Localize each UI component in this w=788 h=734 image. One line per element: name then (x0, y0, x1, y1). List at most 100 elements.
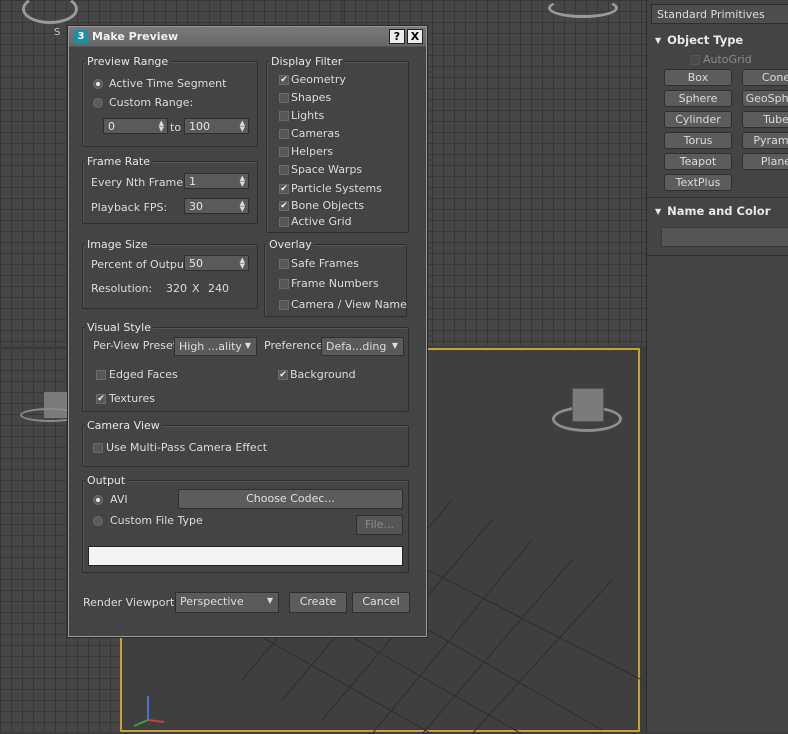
display-filter-bone-objects-label: Bone Objects (291, 199, 365, 212)
range-from-value: 0 (108, 120, 115, 133)
multipass-label: Use Multi-Pass Camera Effect (106, 441, 268, 454)
primitive-button-textplus[interactable]: TextPlus (664, 174, 732, 191)
resolution-label: Resolution: (91, 282, 153, 295)
dropdown-arrow-icon: ▼ (266, 596, 273, 605)
multipass-checkbox[interactable] (93, 443, 103, 453)
primitive-button-cone[interactable]: Cone (742, 69, 788, 86)
spinner-arrows-icon: ▲ ▼ (239, 199, 245, 213)
spinner-arrows-icon: ▲ ▼ (239, 174, 245, 188)
primitive-button-geosphere[interactable]: GeoSphere (742, 90, 788, 107)
display-filter-bone-objects-checkbox[interactable]: ✔ (279, 201, 289, 211)
edged-faces-checkbox[interactable] (96, 370, 106, 380)
close-button[interactable]: X (407, 29, 423, 44)
make-preview-dialog: 3 Make Preview ? X Preview Range Active … (68, 26, 427, 637)
app-logo-icon: 3 (74, 30, 88, 44)
display-filter-particle-systems-label: Particle Systems (291, 182, 382, 195)
display-filter-lights-checkbox[interactable] (279, 111, 289, 121)
preference-value: Defa...ding (326, 340, 387, 353)
every-nth-label: Every Nth Frame: (91, 176, 187, 189)
object-type-title: Object Type (667, 33, 744, 47)
custom-file-type-radio[interactable] (93, 516, 103, 526)
preference-label: Preference: (264, 339, 327, 352)
spinner-arrows-icon: ▲ ▼ (239, 119, 245, 133)
display-filter-geometry-checkbox[interactable]: ✔ (279, 75, 289, 85)
display-filter-active-grid-checkbox[interactable] (279, 217, 289, 227)
render-viewport-value: Perspective (180, 595, 244, 608)
playback-fps-label: Playback FPS: (91, 201, 168, 214)
primitive-button-pyramid[interactable]: Pyramid (742, 132, 788, 149)
help-button[interactable]: ? (389, 29, 405, 44)
every-nth-spinner[interactable]: 1 ▲ ▼ (184, 173, 249, 189)
range-to-label: to (170, 121, 182, 134)
frame-rate-title: Frame Rate (85, 155, 152, 168)
every-nth-value: 1 (189, 175, 196, 188)
display-filter-shapes-label: Shapes (291, 91, 332, 104)
viewcube[interactable] (552, 388, 622, 440)
primitive-button-box[interactable]: Box (664, 69, 732, 86)
command-panel: Standard Primitives ▼ Object Type AutoGri… (646, 0, 788, 732)
overlay-camera-view-name-checkbox[interactable] (279, 300, 289, 310)
display-filter-particle-systems-checkbox[interactable]: ✔ (279, 184, 289, 194)
choose-codec-button[interactable]: Choose Codec... (178, 489, 403, 509)
overlay-safe-frames-checkbox[interactable] (279, 259, 289, 269)
per-view-presets-dropdown[interactable]: High ...ality ▼ (174, 337, 257, 356)
primitive-button-cylinder[interactable]: Cylinder (664, 111, 732, 128)
display-filter-geometry-label: Geometry (291, 73, 346, 86)
render-viewport-dropdown[interactable]: Perspective ▼ (175, 592, 279, 613)
dialog-titlebar[interactable]: 3 Make Preview ? X (69, 27, 426, 47)
percent-output-spinner[interactable]: 50 ▲ ▼ (184, 255, 249, 271)
active-time-segment-radio[interactable] (93, 79, 103, 89)
image-size-group (82, 244, 258, 309)
spinner-arrows-icon: ▲ ▼ (158, 119, 164, 133)
background-checkbox[interactable]: ✔ (278, 370, 288, 380)
resolution-width: 320 (166, 282, 187, 295)
cancel-button[interactable]: Cancel (352, 592, 410, 613)
visual-style-title: Visual Style (85, 321, 153, 334)
object-type-rollout-header[interactable]: ▼ Object Type (655, 33, 743, 47)
primitive-button-sphere[interactable]: Sphere (664, 90, 732, 107)
file-button[interactable]: File... (356, 515, 403, 535)
overlay-safe-frames-label: Safe Frames (291, 257, 359, 270)
display-filter-space-warps-label: Space Warps (291, 163, 363, 176)
collapse-triangle-icon: ▼ (655, 36, 662, 45)
render-viewport-label: Render Viewport: (83, 596, 179, 609)
category-dropdown[interactable]: Standard Primitives (651, 4, 788, 24)
display-filter-cameras-label: Cameras (291, 127, 340, 140)
per-view-presets-label: Per-View Presets (93, 339, 183, 352)
overlay-camera-view-name-label: Camera / View Name (291, 298, 407, 311)
range-to-spinner[interactable]: 100 ▲ ▼ (184, 118, 249, 134)
name-color-rollout-header[interactable]: ▼ Name and Color (655, 204, 770, 218)
display-filter-helpers-checkbox[interactable] (279, 147, 289, 157)
primitive-button-teapot[interactable]: Teapot (664, 153, 732, 170)
avi-radio[interactable] (93, 495, 103, 505)
preference-dropdown[interactable]: Defa...ding ▼ (321, 337, 404, 356)
per-view-presets-value: High ...ality (179, 340, 242, 353)
create-button[interactable]: Create (289, 592, 347, 613)
display-filter-active-grid-label: Active Grid (291, 215, 352, 228)
primitive-button-tube[interactable]: Tube (742, 111, 788, 128)
primitive-button-torus[interactable]: Torus (664, 132, 732, 149)
resolution-height: 240 (208, 282, 229, 295)
display-filter-lights-label: Lights (291, 109, 325, 122)
dialog-title: Make Preview (92, 30, 179, 43)
display-filter-cameras-checkbox[interactable] (279, 129, 289, 139)
active-time-segment-label: Active Time Segment (109, 77, 227, 90)
autogrid-label: AutoGrid (703, 53, 752, 66)
playback-fps-spinner[interactable]: 30 ▲ ▼ (184, 198, 249, 214)
display-filter-shapes-checkbox[interactable] (279, 93, 289, 103)
range-from-spinner[interactable]: 0 ▲ ▼ (103, 118, 168, 134)
autogrid-checkbox[interactable] (690, 55, 700, 65)
resolution-x: X (192, 282, 200, 295)
object-name-field[interactable] (661, 227, 788, 247)
avi-label: AVI (110, 493, 128, 506)
dropdown-arrow-icon: ▼ (391, 341, 398, 350)
axis-tripod-icon (133, 696, 165, 727)
display-filter-space-warps-checkbox[interactable] (279, 165, 289, 175)
primitive-button-plane[interactable]: Plane (742, 153, 788, 170)
textures-checkbox[interactable]: ✔ (96, 394, 106, 404)
custom-range-radio[interactable] (93, 98, 103, 108)
dropdown-arrow-icon: ▼ (244, 341, 251, 350)
overlay-frame-numbers-checkbox[interactable] (279, 279, 289, 289)
name-color-title: Name and Color (667, 204, 771, 218)
playback-fps-value: 30 (189, 200, 203, 213)
